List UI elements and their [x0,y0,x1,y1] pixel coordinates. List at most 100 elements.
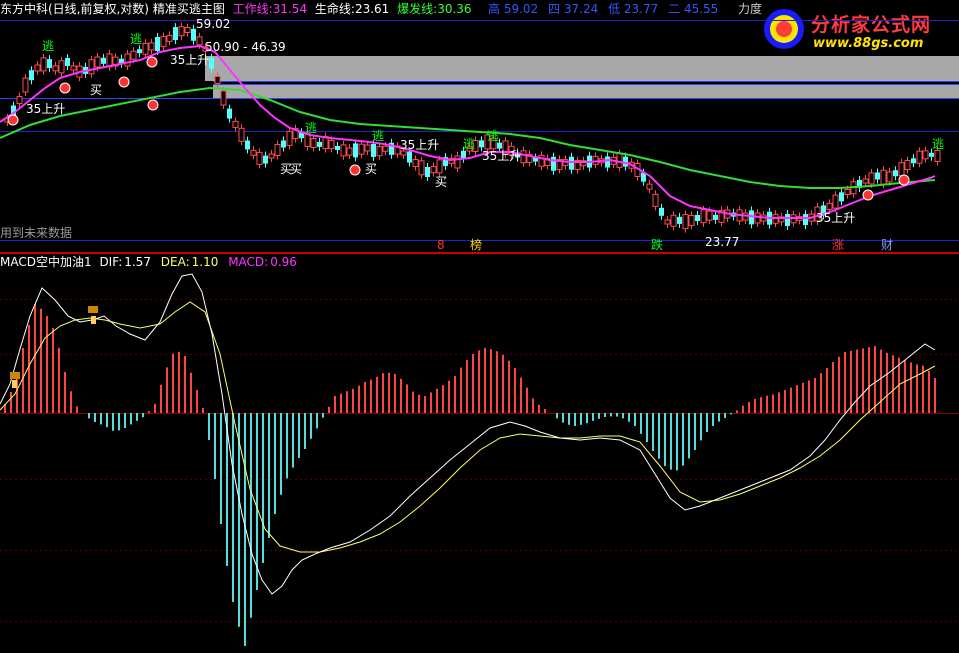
candle-up [148,42,155,51]
candle-up [250,149,257,156]
candle-up [904,160,911,170]
overlay-band-bottom [213,84,959,98]
candle-up [52,65,59,72]
candle-down [335,146,340,150]
candle-up [868,172,875,185]
signal-label: 买 [365,162,378,176]
candle-up [94,56,101,68]
candle-down [263,155,268,164]
signal-label: 买 [435,175,448,189]
candle-down [29,70,34,81]
candle-up [898,162,905,177]
candle-up [274,144,281,156]
candle-down [659,207,664,216]
candle-up [670,214,677,227]
signal-label: 35上升 [26,102,66,116]
candle-up [214,76,221,84]
candle-up [520,150,527,164]
signal-dot [118,76,130,88]
signal-label: 逃 [130,32,143,46]
candle-down [623,156,628,167]
candle-up [682,214,689,230]
candle-up [922,150,929,160]
candle-down [875,172,880,180]
high-annotation: 59.02 [196,17,231,31]
candle-down [803,214,808,226]
candle-up [22,77,29,93]
candle-up [238,127,245,142]
candle-up [184,27,191,33]
candle-up [862,178,869,184]
candle-up [664,219,671,225]
low-annotation: 23.77 [705,235,740,249]
candle-down [893,170,898,177]
candle-up [58,60,65,74]
candle-up [34,64,41,72]
candle-down [911,158,916,164]
candle-up [166,34,173,42]
candle-up [652,193,659,207]
candle-up [688,214,695,226]
signal-label: 35上升 [482,149,522,163]
candle-up [16,96,23,104]
bottom-marker: 8 [437,238,445,252]
candle-up [430,166,437,174]
signal-dot [862,189,874,201]
signal-label: 逃 [463,137,476,151]
candle-up [616,152,623,168]
candle-up [232,120,239,128]
future-data-note: 用到未来数据 [0,226,73,240]
signal-label: 逃 [932,137,945,151]
candle-up [700,209,707,224]
signal-dot [349,164,361,176]
candle-up [346,147,353,156]
candle-down [713,214,718,220]
signal-label: 35上升 [170,53,210,67]
candle-up [754,212,761,224]
candle-down [137,49,142,54]
candle-up [886,171,893,183]
candle-down [569,156,574,170]
signal-label: 逃 [372,129,385,143]
candle-down [407,151,412,163]
candle-up [826,202,833,210]
signal-label: 逃 [487,129,500,143]
candle-up [220,90,227,106]
candle-up [880,169,887,185]
bottom-marker: 跌 [651,238,664,252]
candle-up [130,50,137,60]
candle-up [310,138,317,148]
candle-up [358,143,365,155]
bottom-marker: 榜 [470,238,483,252]
candle-up [844,189,851,195]
candle-down [479,140,484,148]
chart-window: { "header": { "stock": "东方中科(日线,前复权,对数)"… [0,0,959,653]
candle-down [101,57,106,64]
candle-down [425,167,430,177]
candle-down [209,57,214,69]
candles-group [4,22,941,233]
candle-up [412,159,419,167]
candle-up [160,36,167,48]
signal-dot [59,82,71,94]
candle-up [706,210,713,221]
overlay-band-top [205,56,959,81]
dif-line-series [0,273,936,595]
candle-up [178,26,185,37]
candle-up [340,144,347,157]
macd-chart[interactable] [0,254,959,653]
candle-down [227,108,232,119]
candle-up [364,144,371,152]
candle-down [371,143,376,157]
macd-bars [4,304,936,646]
candle-up [646,183,653,190]
candle-down [353,143,358,158]
candle-up [70,65,77,71]
candle-up [124,53,131,67]
candle-up [934,150,941,162]
candle-up [916,150,923,164]
candle-up [196,36,203,46]
candle-down [839,192,844,202]
signal-label: 逃 [42,39,55,53]
signal-dot [146,56,158,68]
